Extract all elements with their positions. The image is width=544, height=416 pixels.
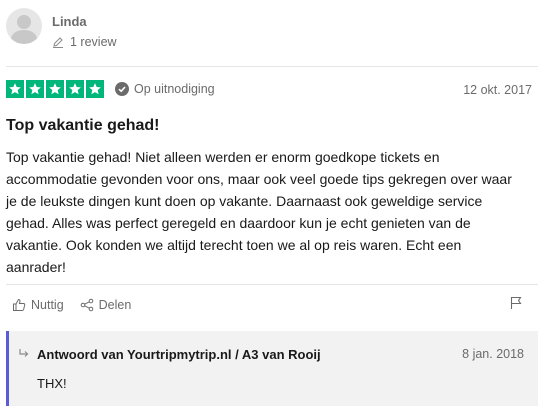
review-body: Top vakantie gehad! Niet alleen werden e… bbox=[6, 149, 512, 275]
share-button[interactable]: Delen bbox=[80, 298, 132, 312]
flag-icon bbox=[510, 296, 522, 309]
star-icon bbox=[26, 80, 44, 98]
share-icon bbox=[80, 298, 93, 312]
star-icon bbox=[66, 80, 84, 98]
verified-label: Op uitnodiging bbox=[134, 82, 215, 96]
divider bbox=[6, 284, 538, 285]
reply-body: THX! bbox=[37, 376, 67, 391]
review-title[interactable]: Top vakantie gehad! bbox=[6, 117, 160, 135]
star-icon bbox=[86, 80, 104, 98]
review-count-label: 1 review bbox=[70, 35, 117, 49]
share-label: Delen bbox=[98, 298, 132, 312]
user-silhouette-icon bbox=[10, 15, 38, 44]
author-name[interactable]: Linda bbox=[52, 14, 87, 29]
company-reply: Antwoord van Yourtripmytrip.nl / A3 van … bbox=[6, 331, 538, 406]
review-actions: Nuttig Delen bbox=[12, 298, 147, 312]
useful-button[interactable]: Nuttig bbox=[12, 298, 64, 312]
avatar[interactable] bbox=[6, 8, 42, 44]
star-icon bbox=[6, 80, 24, 98]
star-icon bbox=[46, 80, 64, 98]
report-button[interactable] bbox=[510, 296, 522, 315]
check-circle-icon bbox=[115, 82, 129, 96]
star-rating bbox=[6, 80, 106, 98]
useful-label: Nuttig bbox=[31, 298, 64, 312]
verified-badge[interactable]: Op uitnodiging bbox=[115, 82, 215, 96]
divider bbox=[6, 66, 538, 67]
reply-date: 8 jan. 2018 bbox=[462, 347, 524, 361]
pen-icon bbox=[53, 37, 63, 48]
review-count: 1 review bbox=[52, 35, 117, 49]
thumbs-up-icon bbox=[13, 298, 26, 311]
reply-title: Antwoord van Yourtripmytrip.nl / A3 van … bbox=[37, 347, 321, 362]
reply-arrow-icon bbox=[19, 349, 29, 357]
review-date: 12 okt. 2017 bbox=[463, 83, 532, 97]
